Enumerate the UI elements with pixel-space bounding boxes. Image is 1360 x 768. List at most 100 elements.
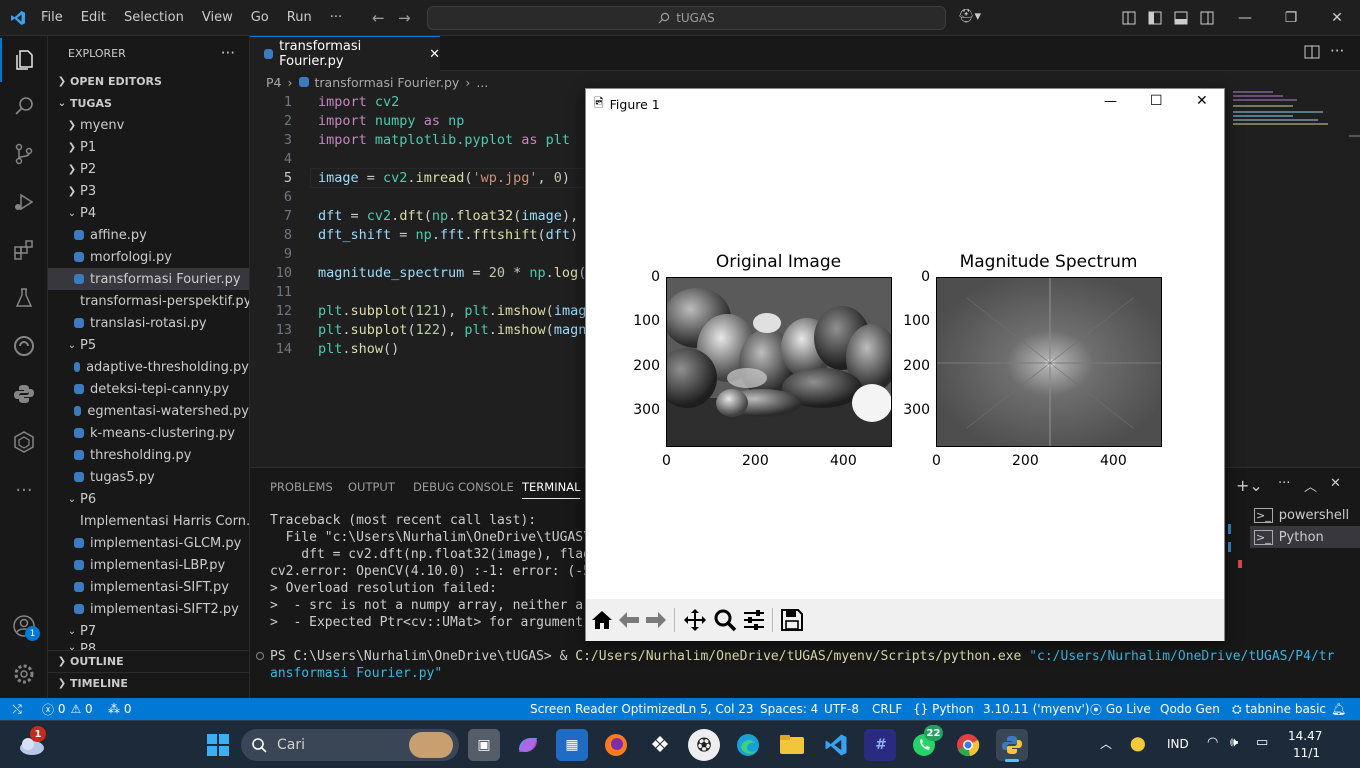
panel-more-icon[interactable]: ··· bbox=[1278, 476, 1290, 491]
extensions-icon[interactable] bbox=[0, 228, 48, 272]
folder-p8[interactable]: ⌄ P8 bbox=[48, 642, 249, 650]
close-tab-icon[interactable]: ✕ bbox=[429, 47, 440, 62]
copilot-icon[interactable]: ⛑▾ bbox=[958, 9, 981, 24]
file-item[interactable]: egmentasi-watershed.py bbox=[48, 400, 249, 422]
menu-more[interactable]: ··· bbox=[321, 10, 351, 25]
figure-maximize-icon[interactable]: ☐ bbox=[1150, 93, 1163, 109]
file-item[interactable]: implementasi-GLCM.py bbox=[48, 532, 249, 554]
folder-p2[interactable]: ❯ P2 bbox=[48, 158, 249, 180]
folder-p4[interactable]: ⌄ P4 bbox=[48, 202, 249, 224]
menu-edit[interactable]: Edit bbox=[72, 10, 115, 25]
pan-icon[interactable] bbox=[683, 608, 707, 632]
file-item[interactable]: implementasi-LBP.py bbox=[48, 554, 249, 576]
forward-arrow-icon[interactable]: → bbox=[398, 9, 411, 27]
file-item[interactable]: thresholding.py bbox=[48, 444, 249, 466]
file-item-selected[interactable]: transformasi Fourier.py bbox=[48, 268, 249, 290]
minimize-icon[interactable]: — bbox=[1222, 0, 1268, 36]
menu-go[interactable]: Go bbox=[242, 10, 278, 25]
close-panel-icon[interactable]: ✕ bbox=[1330, 476, 1341, 491]
file-item[interactable]: implementasi-SIFT.py bbox=[48, 576, 249, 598]
source-control-icon[interactable] bbox=[0, 132, 48, 176]
back-arrow-icon[interactable]: ← bbox=[372, 9, 385, 27]
screen-reader-status[interactable]: Screen Reader Optimized bbox=[530, 698, 683, 720]
toggle-panel-icon[interactable] bbox=[1174, 11, 1188, 25]
zoom-icon[interactable] bbox=[713, 608, 737, 632]
notifications-bell-icon[interactable]: 🔔︎ bbox=[1331, 698, 1346, 720]
copilot-app-icon[interactable] bbox=[512, 729, 544, 761]
open-editors-section[interactable]: ❯ OPEN EDITORS bbox=[48, 70, 249, 92]
firefox-icon[interactable] bbox=[600, 729, 632, 761]
figure-close-icon[interactable]: ✕ bbox=[1196, 93, 1208, 109]
dropbox-icon[interactable]: ❖ bbox=[644, 729, 676, 761]
explorer-more-icon[interactable]: ··· bbox=[221, 44, 235, 62]
menu-view[interactable]: View bbox=[193, 10, 242, 25]
tab-debug-console[interactable]: DEBUG CONSOLE bbox=[413, 480, 514, 494]
whatsapp-icon[interactable]: 22 bbox=[908, 725, 943, 761]
file-item[interactable]: deteksi-tepi-canny.py bbox=[48, 378, 249, 400]
qodo-gen-status[interactable]: Qodo Gen bbox=[1160, 698, 1220, 720]
tray-overflow-icon[interactable]: ︿ bbox=[1100, 735, 1112, 752]
clock-time[interactable]: 14.47 bbox=[1288, 729, 1322, 743]
minimap[interactable] bbox=[1225, 71, 1360, 467]
file-item[interactable]: adaptive-thresholding.py bbox=[48, 356, 249, 378]
maximize-panel-icon[interactable]: ︿ bbox=[1304, 476, 1317, 495]
go-live-status[interactable]: ⦿ Go Live bbox=[1090, 698, 1151, 720]
tab-problems[interactable]: PROBLEMS bbox=[270, 480, 333, 494]
file-explorer-icon[interactable] bbox=[776, 729, 808, 761]
breadcrumb-symbol[interactable]: ... bbox=[476, 75, 488, 90]
edge-icon[interactable] bbox=[732, 729, 764, 761]
accounts-icon[interactable]: 1 bbox=[0, 604, 48, 648]
more-activity-icon[interactable]: ··· bbox=[0, 468, 48, 512]
back-icon[interactable] bbox=[617, 608, 641, 632]
eol-status[interactable]: CRLF bbox=[872, 698, 902, 720]
breadcrumb-file[interactable]: transformasi Fourier.py bbox=[315, 75, 460, 90]
task-view-icon[interactable]: ▣ bbox=[468, 729, 500, 761]
menu-file[interactable]: File bbox=[32, 10, 72, 25]
timeline-section[interactable]: ❯ TIMELINE bbox=[48, 672, 249, 694]
terminal-item-selected[interactable]: >_ Python bbox=[1250, 526, 1360, 548]
folder-p6[interactable]: ⌄ P6 bbox=[48, 488, 249, 510]
keyboard-language[interactable]: IND bbox=[1167, 737, 1189, 751]
file-item[interactable]: implementasi-SIFT2.py bbox=[48, 598, 249, 620]
problems-status[interactable]: ⓧ 0 ⚠ 0 bbox=[42, 698, 93, 720]
edge-devtools-icon[interactable] bbox=[0, 324, 48, 368]
soccer-app-icon[interactable]: ⚽︎ bbox=[688, 729, 720, 761]
python-icon[interactable] bbox=[0, 372, 48, 416]
microsoft-store-icon[interactable]: ▦ bbox=[556, 729, 588, 761]
battery-icon[interactable]: ▭ bbox=[1256, 735, 1268, 750]
folder-p5[interactable]: ⌄ P5 bbox=[48, 334, 249, 356]
folder-myenv[interactable]: ❯ myenv bbox=[48, 114, 249, 136]
figure-minimize-icon[interactable]: — bbox=[1104, 94, 1117, 109]
toggle-sidebar-icon[interactable] bbox=[1148, 11, 1162, 25]
run-debug-icon[interactable] bbox=[0, 180, 48, 224]
cursor-position[interactable]: Ln 5, Col 23 bbox=[682, 698, 754, 720]
app-hash-icon[interactable]: # bbox=[864, 729, 896, 761]
workspace-root[interactable]: ⌄ TUGAS bbox=[48, 92, 249, 114]
folder-p3[interactable]: ❯ P3 bbox=[48, 180, 249, 202]
file-item[interactable]: affine.py bbox=[48, 224, 249, 246]
wifi-icon[interactable]: ◠ bbox=[1207, 735, 1218, 750]
ports-status[interactable]: ⁂ 0 bbox=[108, 698, 131, 720]
file-item[interactable]: transformasi-perspektif.py bbox=[48, 290, 249, 312]
menu-run[interactable]: Run bbox=[278, 10, 321, 25]
explorer-icon[interactable] bbox=[0, 38, 48, 82]
chrome-icon[interactable] bbox=[952, 729, 984, 761]
tray-app-icon[interactable]: ⬤ bbox=[1130, 736, 1146, 752]
indentation-status[interactable]: Spaces: 4 bbox=[760, 698, 818, 720]
toggle-secondary-sidebar-icon[interactable] bbox=[1200, 11, 1214, 25]
folder-p1[interactable]: ❯ P1 bbox=[48, 136, 249, 158]
vscode-taskbar-icon[interactable] bbox=[820, 729, 852, 761]
python-interpreter[interactable]: 3.10.11 ('myenv') bbox=[983, 698, 1089, 720]
save-icon[interactable] bbox=[780, 608, 804, 632]
manage-gear-icon[interactable] bbox=[0, 652, 48, 696]
matplotlib-figure-window[interactable]: 🖻︎ Figure 1 — ☐ ✕ Original Image 0 100 2… bbox=[585, 88, 1225, 641]
tabnine-status[interactable]: ⛭ tabnine basic bbox=[1232, 698, 1326, 720]
clock-date[interactable]: 11/1 bbox=[1293, 746, 1320, 760]
python-taskbar-icon[interactable] bbox=[996, 729, 1028, 762]
testing-flask-icon[interactable] bbox=[0, 276, 48, 320]
split-editor-icon[interactable] bbox=[1304, 44, 1320, 64]
file-item[interactable]: Implementasi Harris Corn... bbox=[48, 510, 249, 532]
remote-icon[interactable]: ⤭ bbox=[0, 698, 34, 720]
new-terminal-icon[interactable]: +⌄ bbox=[1236, 476, 1263, 495]
home-icon[interactable] bbox=[590, 608, 614, 632]
